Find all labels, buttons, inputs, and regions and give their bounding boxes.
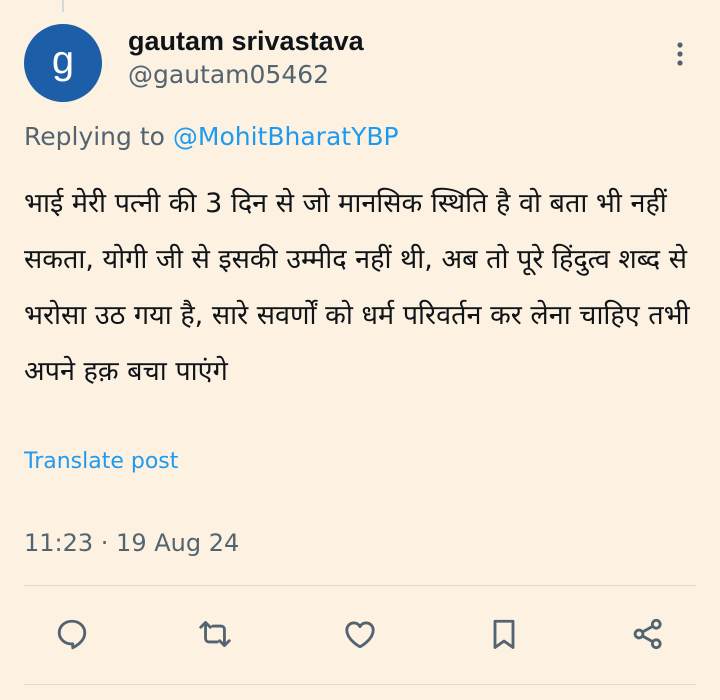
post-timestamp[interactable]: 11:23 · 19 Aug 24 — [24, 527, 239, 559]
like-button[interactable] — [338, 612, 382, 656]
reply-button[interactable] — [50, 612, 94, 656]
avatar-letter: g — [51, 38, 75, 82]
divider — [24, 585, 696, 586]
repost-arrows-icon — [199, 621, 231, 647]
bookmark-icon — [493, 619, 515, 649]
thread-connector-line — [62, 0, 64, 12]
avatar[interactable]: g — [24, 24, 102, 102]
share-button[interactable] — [626, 612, 670, 656]
more-options-icon[interactable] — [668, 38, 692, 70]
author-handle[interactable]: @gautam05462 — [128, 59, 329, 91]
heart-icon — [345, 621, 375, 649]
replying-to-line: Replying to @MohitBharatYBP — [24, 120, 399, 154]
speech-bubble-icon — [57, 619, 87, 650]
reply-mention-link[interactable]: @MohitBharatYBP — [173, 122, 399, 151]
translate-post-link[interactable]: Translate post — [24, 447, 178, 477]
post-text: भाई मेरी पत्नी की 3 दिन से जो मानसिक स्थ… — [24, 188, 690, 387]
divider — [24, 684, 696, 685]
replying-to-label: Replying to — [24, 122, 173, 151]
bookmark-button[interactable] — [482, 612, 526, 656]
share-nodes-icon — [633, 618, 662, 650]
repost-button[interactable] — [193, 612, 237, 656]
author-display-name[interactable]: gautam srivastava — [128, 24, 364, 58]
action-bar — [0, 612, 720, 656]
